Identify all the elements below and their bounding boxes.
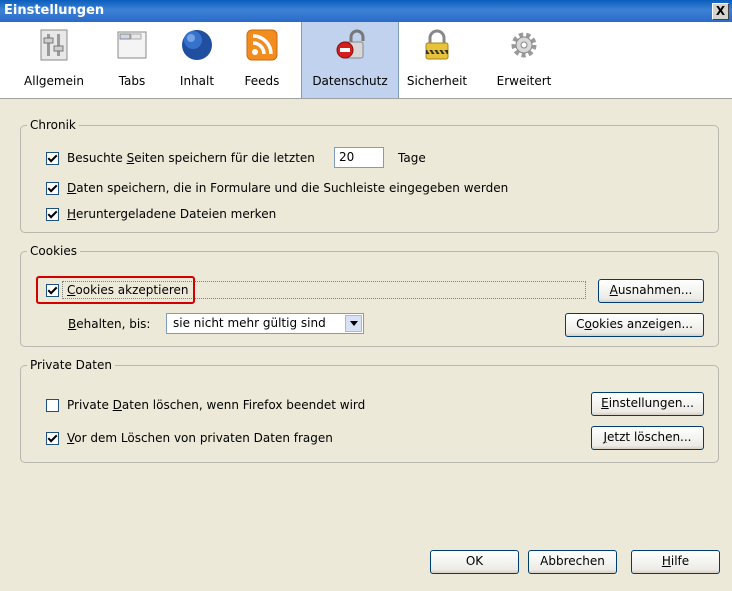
tab-tabs[interactable]: Tabs bbox=[108, 22, 156, 98]
remember-forms-label: Daten speichern, die in Formulare und di… bbox=[67, 181, 509, 195]
tab-label: Inhalt bbox=[179, 74, 215, 88]
title-bar: Einstellungen X bbox=[0, 0, 732, 22]
gear-icon bbox=[511, 32, 537, 58]
clear-on-exit-option[interactable]: Private Daten löschen, wenn Firefox been… bbox=[46, 395, 365, 415]
history-days-input[interactable]: 20 bbox=[334, 147, 384, 168]
highlight-annotation bbox=[36, 276, 195, 304]
tab-label: Tabs bbox=[118, 74, 146, 88]
remember-history-label: Besuchte Seiten speichern für die letzte… bbox=[67, 151, 315, 165]
keep-until-value: sie nicht mehr gültig sind bbox=[173, 316, 326, 330]
rss-feed-icon bbox=[246, 29, 278, 61]
remember-downloads-option[interactable]: Heruntergeladene Dateien merken bbox=[46, 204, 276, 224]
cancel-button[interactable]: Abbrechen bbox=[528, 550, 617, 574]
tab-allgemein[interactable]: Allgemein bbox=[22, 22, 86, 98]
ask-before-clear-option[interactable]: Vor dem Löschen von privaten Daten frage… bbox=[46, 428, 333, 448]
tab-inhalt[interactable]: Inhalt bbox=[172, 22, 222, 98]
close-button[interactable]: X bbox=[712, 3, 729, 20]
remember-forms-option[interactable]: Daten speichern, die in Formulare und di… bbox=[46, 178, 508, 198]
tab-label: Erweitert bbox=[496, 74, 552, 88]
tab-label: Allgemein bbox=[24, 74, 84, 88]
remember-forms-checkbox[interactable] bbox=[46, 181, 59, 195]
clear-on-exit-label: Private Daten löschen, wenn Firefox been… bbox=[67, 398, 366, 412]
clear-on-exit-checkbox[interactable] bbox=[46, 398, 59, 412]
tab-label: Datenschutz bbox=[312, 74, 388, 88]
tab-label: Sicherheit bbox=[406, 74, 468, 88]
exceptions-button[interactable]: Ausnahmen... bbox=[598, 279, 704, 303]
ask-before-clear-label: Vor dem Löschen von privaten Daten frage… bbox=[67, 431, 333, 445]
tab-sicherheit[interactable]: Sicherheit bbox=[404, 22, 470, 98]
tab-feeds[interactable]: Feeds bbox=[238, 22, 286, 98]
chevron-down-icon[interactable] bbox=[345, 315, 362, 332]
private-data-legend: Private Daten bbox=[30, 358, 112, 372]
clear-now-button[interactable]: Jetzt löschen... bbox=[591, 426, 704, 450]
history-legend: Chronik bbox=[30, 118, 76, 132]
privacy-lock-icon bbox=[336, 29, 365, 59]
preferences-toolbar: Allgemein Tabs Inhalt Feeds Datenschutz … bbox=[0, 22, 732, 99]
remember-history-checkbox[interactable] bbox=[46, 151, 59, 165]
show-cookies-button[interactable]: Cookies anzeigen... bbox=[565, 313, 704, 337]
padlock-icon bbox=[425, 29, 449, 60]
remember-downloads-label: Heruntergeladene Dateien merken bbox=[67, 207, 277, 221]
globe-icon bbox=[182, 30, 212, 60]
tab-label: Feeds bbox=[244, 74, 280, 88]
ask-before-clear-checkbox[interactable] bbox=[46, 431, 59, 445]
keep-until-label: Behalten, bis: bbox=[68, 317, 151, 331]
tab-datenschutz[interactable]: Datenschutz bbox=[301, 22, 399, 98]
window-title: Einstellungen bbox=[4, 3, 105, 18]
tab-erweitert[interactable]: Erweitert bbox=[490, 22, 558, 98]
switch-panel-icon bbox=[40, 29, 68, 61]
help-button[interactable]: Hilfe bbox=[631, 550, 720, 574]
keep-until-select[interactable]: sie nicht mehr gültig sind bbox=[166, 313, 364, 334]
remember-downloads-checkbox[interactable] bbox=[46, 207, 59, 221]
ok-button[interactable]: OK bbox=[430, 550, 519, 574]
tabs-window-icon bbox=[117, 31, 147, 59]
close-icon: X bbox=[715, 4, 726, 18]
cookies-legend: Cookies bbox=[30, 244, 77, 258]
remember-history-option[interactable]: Besuchte Seiten speichern für die letzte… bbox=[46, 148, 315, 168]
private-settings-button[interactable]: Einstellungen... bbox=[591, 392, 704, 416]
history-days-unit: Tage bbox=[398, 151, 426, 165]
